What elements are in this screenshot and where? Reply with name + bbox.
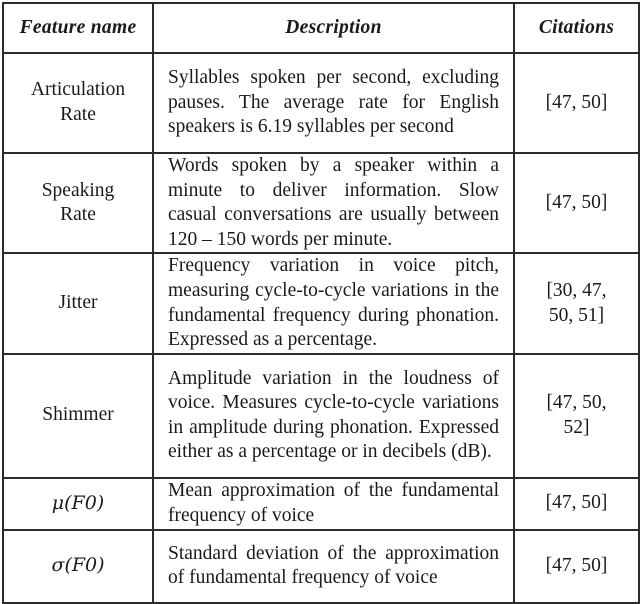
- mu-symbol: μ: [51, 491, 65, 514]
- citations-cell: [47, 50]: [513, 476, 640, 531]
- description-cell: Amplitude variation in the loudness of v…: [152, 352, 515, 479]
- citations-cell: [47, 50, 52]: [513, 352, 640, 479]
- table-row: μ(F0) Mean approximation of the fundamen…: [2, 476, 640, 531]
- description-cell: Words spoken by a speaker within a minut…: [152, 151, 515, 255]
- header-description-label: Description: [285, 16, 382, 38]
- feature-cell: Speaking Rate: [2, 151, 154, 255]
- feature-name: Articulation Rate: [30, 79, 126, 125]
- feature-cell: μ(F0): [2, 476, 154, 531]
- feature-cell: Articulation Rate: [2, 52, 154, 154]
- citations-text: [47, 50, 52]: [546, 392, 607, 438]
- citations-cell: [47, 50]: [513, 528, 640, 604]
- citations-cell: [47, 50]: [513, 151, 640, 255]
- table-row: Articulation Rate Syllables spoken per s…: [2, 52, 640, 154]
- table-row: Shimmer Amplitude variation in the loudn…: [2, 352, 640, 479]
- description-cell: Standard deviation of the approximation …: [152, 528, 515, 604]
- math-argument: (F0): [64, 554, 105, 577]
- math-argument: (F0): [64, 491, 105, 514]
- table-header-row: Feature name Description Citations: [2, 2, 640, 54]
- header-citations: Citations: [513, 2, 640, 54]
- sigma-symbol: σ: [51, 554, 65, 577]
- feature-cell: Jitter: [2, 252, 154, 355]
- citations-text: [30, 47, 50, 51]: [546, 279, 607, 326]
- math-feature-name: σ(F0): [51, 554, 104, 576]
- table-row: Speaking Rate Words spoken by a speaker …: [2, 151, 640, 255]
- math-feature-name: μ(F0): [52, 492, 104, 514]
- table-row: Jitter Frequency variation in voice pitc…: [2, 252, 640, 355]
- header-feature-name: Feature name: [2, 2, 154, 54]
- table-row: σ(F0) Standard deviation of the approxim…: [2, 528, 640, 604]
- header-citations-label: Citations: [538, 16, 615, 38]
- feature-name: Speaking Rate: [41, 179, 115, 226]
- feature-cell: Shimmer: [2, 352, 154, 479]
- header-description: Description: [152, 2, 515, 54]
- citations-cell: [47, 50]: [513, 52, 640, 154]
- description-cell: Frequency variation in voice pitch, meas…: [152, 252, 515, 355]
- description-cell: Syllables spoken per second, excluding p…: [152, 52, 515, 154]
- feature-cell: σ(F0): [2, 528, 154, 604]
- citations-cell: [30, 47, 50, 51]: [513, 252, 640, 355]
- description-cell: Mean approximation of the fundamental fr…: [152, 476, 515, 531]
- feature-table: Feature name Description Citations Artic…: [2, 2, 640, 604]
- header-feature-name-label: Feature name: [19, 16, 137, 38]
